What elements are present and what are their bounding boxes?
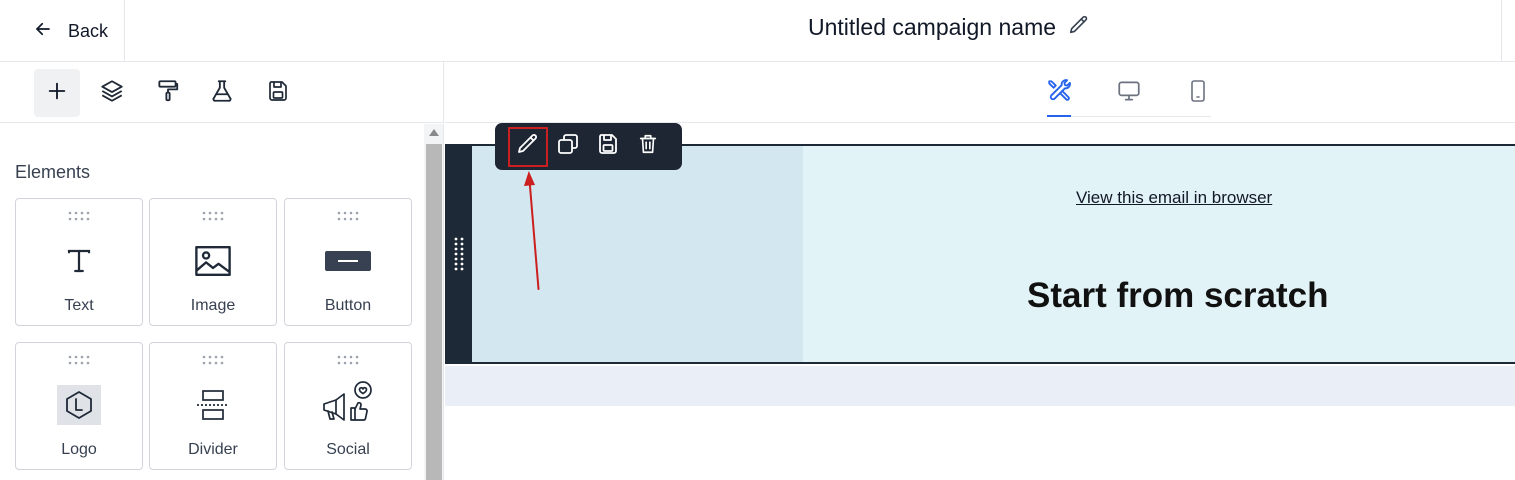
back-button[interactable]: Back: [0, 0, 125, 62]
mobile-preview-tab[interactable]: [1183, 76, 1213, 110]
right-column[interactable]: View this email in browser Start from sc…: [803, 146, 1515, 362]
headline[interactable]: Start from scratch: [1027, 276, 1328, 316]
paint-roller-icon: [155, 78, 181, 109]
edit-row-button[interactable]: [508, 126, 548, 167]
layers-button[interactable]: [89, 69, 135, 117]
flask-icon: [209, 78, 235, 109]
section-title: Elements: [15, 162, 91, 182]
plus-icon: [46, 80, 68, 107]
text-icon: [64, 246, 94, 281]
scroll-up-icon[interactable]: [429, 129, 439, 136]
add-elements-button[interactable]: [34, 69, 80, 117]
image-icon: [195, 245, 231, 282]
empty-row[interactable]: [445, 366, 1515, 406]
element-card-divider[interactable]: Divider: [149, 342, 277, 470]
left-column[interactable]: [472, 146, 803, 362]
header-divider: [1501, 0, 1502, 62]
logo-icon: [57, 384, 101, 430]
element-card-social[interactable]: Social: [284, 342, 412, 470]
drag-dots-icon: [454, 237, 463, 271]
drag-grip-icon: [202, 355, 224, 365]
drag-grip-icon: [202, 211, 224, 221]
pencil-icon[interactable]: [1068, 14, 1090, 41]
active-tab-indicator: [1047, 115, 1071, 117]
campaign-title-group: Untitled campaign name: [808, 14, 1090, 41]
divider-icon: [195, 389, 231, 426]
tab-underline: [1047, 116, 1211, 117]
desktop-icon: [1116, 78, 1142, 109]
element-label: Logo: [61, 441, 97, 458]
back-label: Back: [68, 20, 109, 41]
save-template-button[interactable]: [255, 69, 301, 117]
arrow-left-icon: [34, 20, 52, 43]
tools-icon: [1046, 78, 1072, 109]
drag-grip-icon: [68, 355, 90, 365]
drag-grip-icon: [337, 355, 359, 365]
row-action-toolbar: [495, 123, 682, 170]
email-canvas: View this email in browser Start from sc…: [445, 124, 1515, 480]
save-icon: [266, 79, 290, 108]
drag-grip-icon: [68, 211, 90, 221]
campaign-title[interactable]: Untitled campaign name: [808, 14, 1056, 41]
edit-mode-tab[interactable]: [1044, 76, 1074, 110]
mobile-icon: [1186, 78, 1210, 109]
save-row-button[interactable]: [588, 127, 628, 167]
delete-row-button[interactable]: [628, 127, 668, 167]
element-card-logo[interactable]: Logo: [15, 342, 143, 470]
element-label: Social: [326, 441, 370, 458]
top-header: Back Untitled campaign name: [0, 0, 1515, 62]
button-icon: [325, 250, 371, 276]
view-mode-toolbar: [445, 62, 1515, 123]
save-icon: [596, 132, 620, 161]
left-toolbar: [0, 62, 444, 123]
delete-icon: [637, 132, 659, 161]
duplicate-icon: [556, 132, 580, 161]
layers-icon: [99, 78, 125, 109]
styles-button[interactable]: [145, 69, 191, 117]
element-card-button[interactable]: Button: [284, 198, 412, 326]
row-drag-handle[interactable]: [445, 146, 472, 362]
drag-grip-icon: [337, 211, 359, 221]
selected-row[interactable]: View this email in browser Start from sc…: [445, 144, 1515, 364]
element-card-image[interactable]: Image: [149, 198, 277, 326]
elements-sidebar: Elements Text Image Button Logo Divider …: [0, 124, 424, 480]
desktop-preview-tab[interactable]: [1114, 76, 1144, 110]
element-label: Image: [190, 297, 236, 314]
scroll-thumb[interactable]: [426, 144, 442, 480]
element-label: Divider: [188, 441, 238, 458]
sidebar-scrollbar[interactable]: [424, 124, 444, 480]
duplicate-row-button[interactable]: [548, 127, 588, 167]
element-label: Button: [324, 297, 372, 314]
view-in-browser-link[interactable]: View this email in browser: [1076, 188, 1272, 208]
test-button[interactable]: [199, 69, 245, 117]
edit-icon: [516, 132, 540, 161]
social-icon: [321, 380, 375, 429]
element-card-text[interactable]: Text: [15, 198, 143, 326]
element-label: Text: [64, 297, 94, 314]
